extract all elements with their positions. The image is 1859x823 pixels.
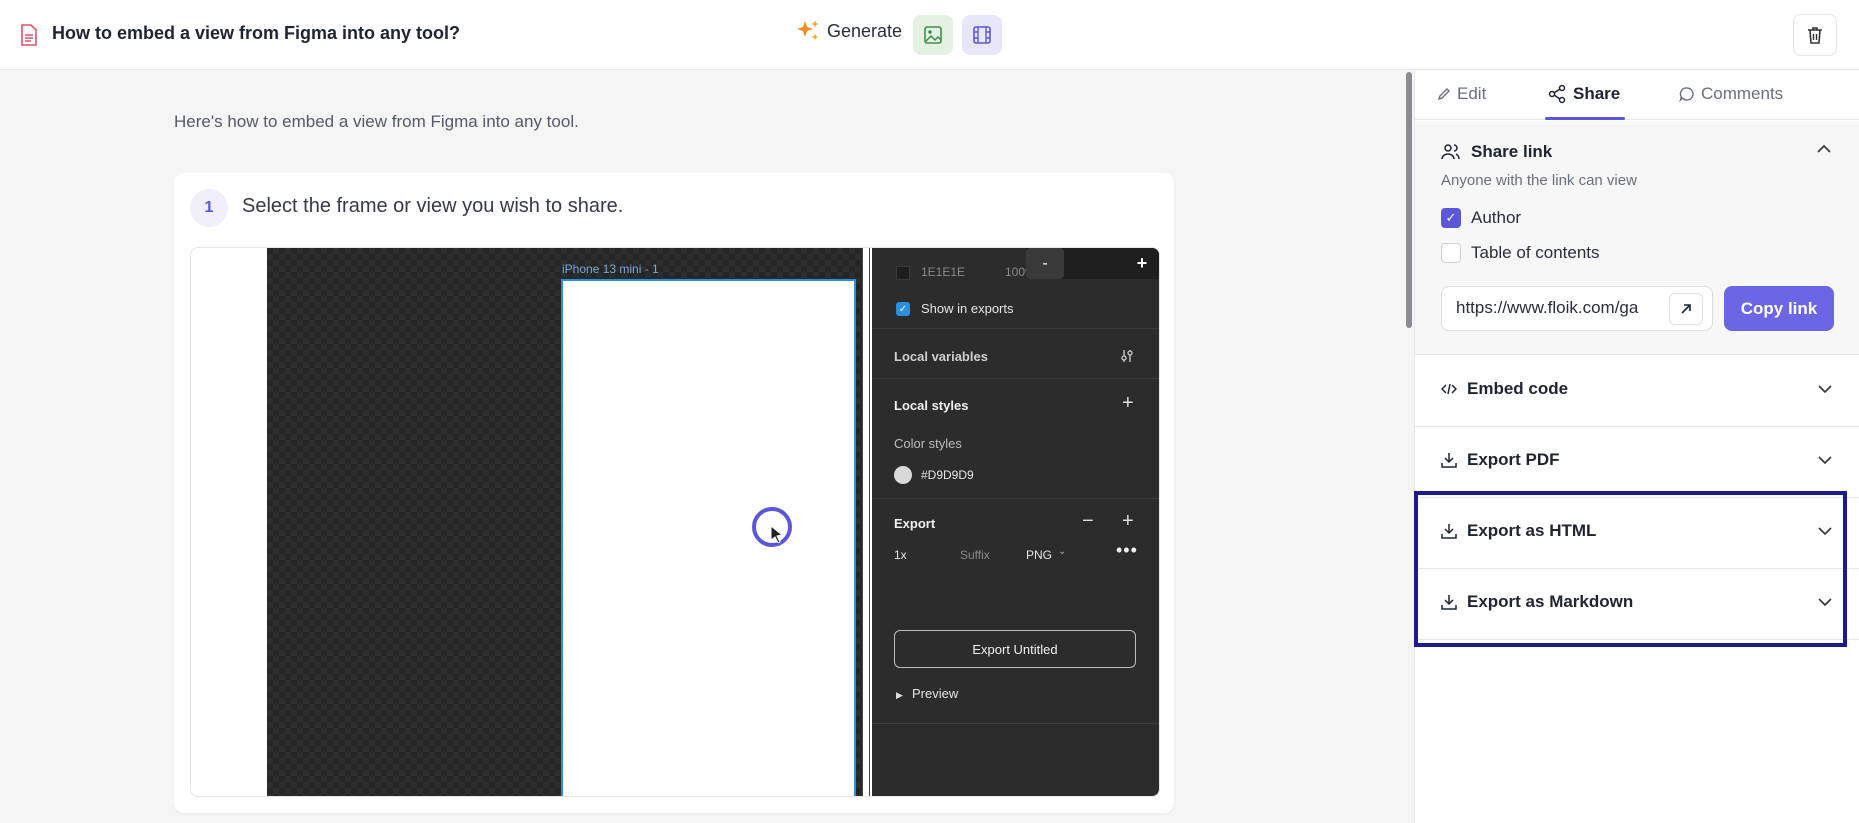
color-swatch[interactable] [894, 466, 912, 484]
sidebar-tabs: Edit Share Comments [1415, 70, 1859, 120]
caret-right-icon: ▶ [896, 690, 903, 700]
author-label: Author [1471, 208, 1522, 227]
document-icon [21, 24, 37, 46]
right-sidebar: Edit Share Comments Share link Anyone wi… [1414, 70, 1859, 823]
chevron-down-icon: ⌄ [1058, 546, 1067, 557]
step-screenshot: iPhone 13 mini - 1 1E1E1E 100% ✓ Show in… [190, 247, 1160, 797]
embed-code-header: Embed code [1441, 379, 1568, 399]
export-suffix[interactable]: Suffix [960, 548, 990, 562]
local-styles-label: Local styles [894, 398, 969, 413]
document-title: How to embed a view from Figma into any … [52, 23, 461, 43]
author-option[interactable]: ✓ Author [1441, 208, 1521, 228]
video-tool-button[interactable] [962, 15, 1002, 55]
color-styles-label: Color styles [894, 436, 962, 451]
image-tool-button[interactable] [913, 15, 953, 55]
highlight-box [1414, 491, 1847, 647]
export-pdf-label: Export PDF [1467, 450, 1560, 469]
download-icon [1441, 453, 1457, 468]
fill-hex: 1E1E1E [921, 265, 966, 279]
tab-edit-label: Edit [1457, 84, 1487, 103]
tab-comments-label: Comments [1701, 84, 1784, 103]
export-pdf-header: Export PDF [1441, 450, 1560, 470]
film-icon [973, 26, 991, 44]
active-tab-indicator [1545, 117, 1625, 120]
local-variables-label: Local variables [894, 349, 988, 364]
code-icon [1441, 383, 1457, 395]
pencil-icon [1437, 88, 1450, 101]
trash-icon [1808, 27, 1822, 44]
color-value: #D9D9D9 [921, 468, 974, 482]
comment-icon [1679, 87, 1694, 102]
separator [872, 723, 1159, 724]
export-pdf-section[interactable]: Export PDF [1415, 427, 1859, 498]
iphone-frame [561, 279, 856, 796]
intro-text: Here's how to embed a view from Figma in… [174, 112, 579, 131]
toc-checkbox[interactable] [1441, 243, 1461, 263]
step-card: 1 Select the frame or view you wish to s… [174, 173, 1174, 813]
zoom-in-button[interactable]: + [1123, 248, 1159, 279]
tab-edit[interactable]: Edit [1437, 84, 1486, 104]
sliders-icon[interactable] [1119, 348, 1135, 364]
share-link-section: Share link Anyone with the link can view… [1415, 121, 1859, 355]
figma-properties-panel: 1E1E1E 100% ✓ Show in exports Local vari… [872, 248, 1159, 796]
image-icon [924, 26, 942, 44]
export-scale[interactable]: 1x [894, 548, 907, 562]
top-bar: How to embed a view from Figma into any … [0, 0, 1859, 70]
chevron-up-icon[interactable] [1816, 143, 1832, 155]
users-icon [1441, 144, 1460, 160]
show-in-exports-label: Show in exports [921, 301, 1014, 316]
chevron-down-icon [1818, 385, 1832, 394]
export-title: Export [894, 516, 936, 531]
share-link-subtitle: Anyone with the link can view [1441, 172, 1637, 189]
tab-share[interactable]: Share [1547, 84, 1620, 104]
panel-divider [869, 248, 870, 796]
chevron-down-icon [1818, 456, 1832, 465]
generate-label: Generate [827, 20, 903, 41]
embed-code-section[interactable]: Embed code [1415, 356, 1859, 427]
generate-button[interactable]: Generate [795, 18, 902, 44]
remove-export-icon[interactable]: − [1082, 510, 1094, 533]
separator [872, 378, 1159, 379]
toc-label: Table of contents [1471, 243, 1600, 262]
tab-share-label: Share [1573, 84, 1621, 103]
step-text: Select the frame or view you wish to sha… [242, 195, 624, 217]
delete-button[interactable] [1793, 14, 1837, 56]
separator [872, 498, 1159, 499]
tab-comments[interactable]: Comments [1679, 84, 1783, 104]
embed-code-label: Embed code [1467, 379, 1569, 398]
show-in-exports-checkbox[interactable]: ✓ [896, 302, 910, 316]
add-export-icon[interactable]: + [1122, 510, 1134, 533]
export-untitled-button[interactable]: Export Untitled [894, 630, 1136, 668]
step-number: 1 [190, 189, 228, 227]
share-link-title: Share link [1471, 142, 1553, 161]
zoom-control: - + [1026, 248, 1159, 279]
export-format[interactable]: PNG [1026, 548, 1052, 562]
sparkle-icon [797, 20, 819, 40]
share-icon [1548, 84, 1566, 104]
author-checkbox[interactable]: ✓ [1441, 208, 1461, 228]
zoom-out-button[interactable]: - [1026, 248, 1064, 279]
scrollbar[interactable] [1406, 72, 1412, 328]
panel-divider [862, 248, 863, 796]
separator [872, 328, 1159, 329]
figma-canvas: iPhone 13 mini - 1 [267, 248, 862, 796]
cursor-icon [770, 525, 784, 543]
fill-swatch [896, 266, 910, 280]
share-link-header[interactable]: Share link [1441, 142, 1552, 162]
open-link-button[interactable] [1669, 293, 1703, 325]
preview-label[interactable]: Preview [912, 686, 958, 701]
copy-link-button[interactable]: Copy link [1724, 286, 1834, 331]
frame-label: iPhone 13 mini - 1 [562, 262, 659, 276]
arrow-up-right-icon [1681, 304, 1691, 314]
toc-option[interactable]: Table of contents [1441, 243, 1600, 263]
add-style-icon[interactable]: + [1122, 392, 1134, 415]
more-options-icon[interactable]: ••• [1116, 540, 1138, 561]
